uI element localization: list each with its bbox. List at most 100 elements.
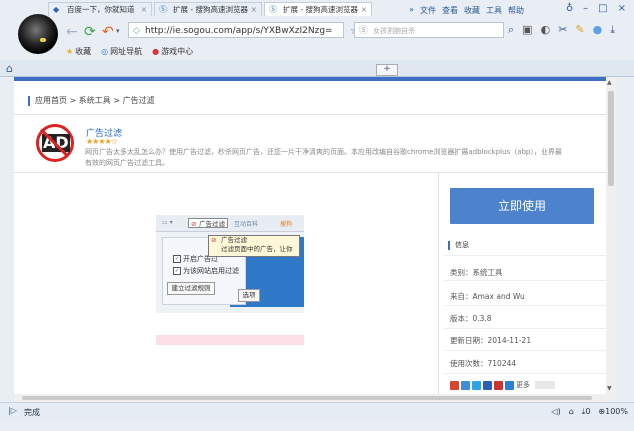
preview-ad-label: 广告过滤 — [199, 220, 225, 228]
tooltip-text: 过滤页面中的广告，让你 — [221, 245, 293, 253]
checkbox-icon: ✓ — [173, 267, 181, 275]
share-bar: 更多 — [450, 380, 555, 390]
divider — [444, 350, 606, 351]
tab-close-icon[interactable]: × — [251, 3, 257, 16]
info-title: 信息 — [448, 241, 469, 250]
scroll-down-icon[interactable]: ▼ — [607, 385, 612, 392]
window-controls: ♁ – □ × — [566, 3, 626, 14]
undo-icon[interactable]: ↶ — [102, 24, 114, 40]
preview-rule-button: 建立过滤规则 — [167, 282, 215, 295]
share-qzone-icon[interactable] — [461, 380, 470, 390]
use-now-button[interactable]: 立即使用 — [450, 188, 594, 224]
ad-block-icon: ⊘ — [191, 220, 197, 228]
horizontal-scrollbar[interactable] — [14, 394, 606, 402]
preview-check-site: ✓ 为该网站启用过滤 — [173, 266, 239, 276]
bookmarks-bar: ★ 收藏 ◎ 网址导航 ● 游戏中心 — [66, 44, 193, 58]
ad-block-logo: AD — [36, 124, 74, 162]
star-icon: ★ — [66, 46, 74, 56]
divider — [444, 255, 606, 256]
zoom-control[interactable]: ⊕100% — [598, 407, 628, 417]
sogou-icon: Ⓢ — [159, 5, 167, 14]
preview-check-label: 为该网站启用过滤 — [183, 267, 239, 275]
scrollbar-thumb[interactable] — [22, 396, 592, 400]
status-bar: |▷ 完成 ◁) ⌂ ⤓0 ⊕100% — [0, 402, 634, 421]
cloud-icon[interactable]: ● — [593, 23, 603, 37]
maximize-icon[interactable]: □ — [598, 3, 607, 14]
extension-description: 网页广告太多太乱怎么办？使用广告过滤，秒杀网页广告，还您一片干净清爽的页面。本应… — [85, 148, 562, 167]
screenshot-icon[interactable]: ▣ — [522, 23, 532, 37]
preview-other-link: 互动百科 — [234, 221, 259, 228]
download-count: 0 — [585, 407, 591, 416]
sidebar-toggle-icon[interactable]: |▷ — [8, 406, 17, 415]
tab-extension-2[interactable]: Ⓢ 扩展 - 搜狗高速浏览器 × — [264, 2, 372, 16]
sound-icon[interactable]: ◁) — [551, 407, 560, 417]
menu-help[interactable]: 帮助 — [508, 5, 524, 16]
menu-file[interactable]: 文件 — [420, 5, 436, 16]
tab-extension-1[interactable]: Ⓢ 扩展 - 搜狗高速浏览器 × — [154, 2, 262, 16]
menu-view[interactable]: 查看 — [442, 5, 458, 16]
preview-other-link: 搜狗 — [280, 221, 293, 228]
divider — [444, 305, 606, 306]
new-tab-button[interactable]: + — [376, 64, 398, 76]
tab-label: 扩展 - 搜狗高速浏览器 — [283, 5, 358, 14]
sogou-search-icon: Ⓢ — [359, 26, 369, 36]
minimize-icon[interactable]: – — [583, 3, 588, 14]
column-divider — [438, 172, 439, 402]
share-tencent-weibo-icon[interactable] — [494, 380, 503, 390]
address-bar[interactable]: ◇ http://ie.sogou.com/app/s/YXBwXzI2Nzg= — [128, 22, 344, 38]
preview-screenshot: ▭ ▾ ⊘ 广告过滤 互动百科 搜狗 ✓ 开启广告过 ✓ 为该网站启用过滤 建立… — [156, 215, 304, 313]
bookmark-nav[interactable]: ◎ 网址导航 — [101, 46, 142, 57]
game-icon: ● — [152, 46, 160, 56]
menu-expand-icon[interactable]: » — [409, 5, 414, 16]
vertical-scrollbar[interactable]: ▲ ▼ — [606, 77, 616, 402]
toolbar-icons: ⌕ ▣ ◐ ✂ ✎ ● ⤓ — [508, 23, 615, 37]
bookmark-favorites[interactable]: ★ 收藏 — [66, 46, 91, 57]
checkbox-icon: ✓ — [173, 255, 181, 263]
bookmark-label: 游戏中心 — [161, 46, 194, 56]
scissors-icon[interactable]: ✂ — [558, 23, 567, 37]
tool-icon[interactable]: ✎ — [575, 23, 584, 37]
menu-bar: » 文件 查看 收藏 工具 帮助 — [409, 5, 524, 16]
lock-icon[interactable]: ⌂ — [569, 407, 574, 417]
preview-tooltip: ⊘ 广告过滤 过滤页面中的广告，让你 — [208, 235, 300, 257]
share-plus-icon[interactable] — [505, 380, 514, 390]
preview-ad-button: ⊘ 广告过滤 — [188, 218, 228, 228]
status-text: 完成 — [24, 408, 40, 417]
share-renren-icon[interactable] — [483, 380, 492, 390]
zoom-level: 100% — [605, 407, 628, 416]
tab-bar — [0, 60, 634, 77]
preview-menu-icon: ▭ ▾ — [162, 219, 173, 226]
ad-logo-text: AD — [42, 133, 70, 152]
tab-baidu[interactable]: ◆ 百度一下，你就知道 × — [48, 2, 152, 16]
avatar[interactable] — [18, 14, 58, 54]
preview-option-button: 选项 — [238, 289, 260, 302]
scrollbar-thumb[interactable] — [608, 91, 614, 186]
menu-tools[interactable]: 工具 — [486, 5, 502, 16]
close-icon[interactable]: × — [618, 3, 626, 14]
search-input[interactable]: Ⓢ 女孩割腕自杀 — [354, 22, 504, 38]
download-status[interactable]: ⤓0 — [582, 407, 591, 417]
share-count — [535, 381, 555, 389]
share-weibo-icon[interactable] — [450, 380, 459, 390]
info-category: 类别：系统工具 — [450, 268, 503, 277]
translate-icon[interactable]: ◐ — [541, 23, 551, 37]
search-icon[interactable]: ⌕ — [508, 23, 514, 37]
skin-icon[interactable]: ♁ — [566, 3, 573, 14]
back-icon[interactable]: ← — [66, 24, 78, 40]
sogou-icon: Ⓢ — [269, 5, 277, 14]
download-icon[interactable]: ⤓ — [610, 23, 615, 37]
home-icon[interactable]: ⌂ — [6, 62, 13, 75]
menu-favorites[interactable]: 收藏 — [464, 5, 480, 16]
share-more-label[interactable]: 更多 — [516, 380, 530, 390]
bookmark-games[interactable]: ● 游戏中心 — [152, 46, 193, 57]
baidu-icon: ◆ — [53, 5, 60, 14]
share-qq-icon[interactable] — [472, 380, 481, 390]
chevron-down-icon[interactable]: ▾ — [116, 27, 120, 35]
info-usage: 使用次数：710244 — [450, 359, 517, 368]
refresh-icon[interactable]: ⟳ — [84, 24, 96, 40]
breadcrumb[interactable]: 应用首页 > 系统工具 > 广告过滤 — [28, 96, 155, 106]
tab-close-icon[interactable]: × — [141, 3, 147, 16]
scroll-up-icon[interactable]: ▲ — [607, 79, 612, 86]
tab-close-icon[interactable]: × — [361, 3, 367, 16]
search-placeholder: 女孩割腕自杀 — [373, 27, 415, 35]
